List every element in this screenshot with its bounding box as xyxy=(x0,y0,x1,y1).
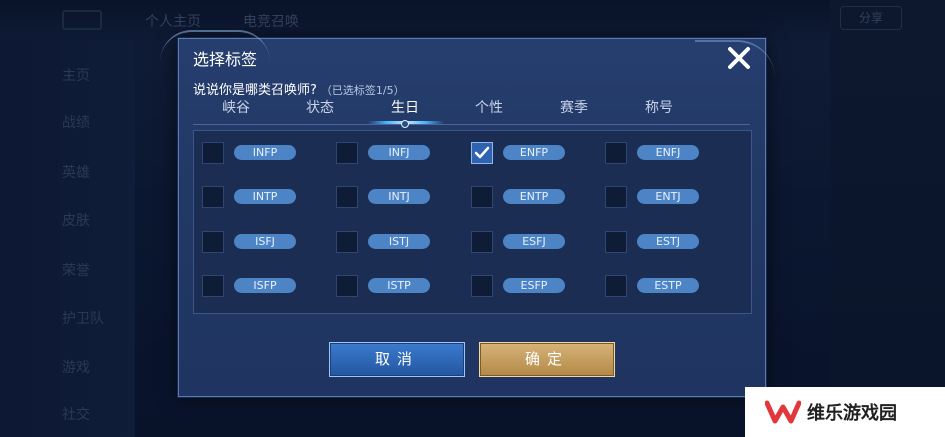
tabs-divider xyxy=(193,124,750,125)
active-tab-marker xyxy=(401,120,409,128)
tag-option[interactable]: INFP xyxy=(202,141,330,165)
tag-label: ENFP xyxy=(503,145,565,160)
tag-label: INTP xyxy=(234,189,296,204)
checkmark-icon xyxy=(474,146,490,159)
tag-label: ISFP xyxy=(234,278,296,293)
tag-checkbox[interactable] xyxy=(202,275,224,297)
tag-label: ENTJ xyxy=(637,189,699,204)
selected-count: （已选标签1/5） xyxy=(320,84,405,97)
tag-label: ENTP xyxy=(503,189,565,204)
tag-label: ENFJ xyxy=(637,145,699,160)
tag-option[interactable]: ENFJ xyxy=(605,141,733,165)
tag-option[interactable]: ISFJ xyxy=(202,230,330,254)
tab-canyon[interactable]: 峡谷 xyxy=(206,97,266,119)
tag-label: ISTJ xyxy=(368,234,430,249)
tag-option[interactable]: ESFP xyxy=(471,274,599,298)
tag-checkbox[interactable] xyxy=(605,186,627,208)
tag-option[interactable]: ESFJ xyxy=(471,230,599,254)
tag-checkbox[interactable] xyxy=(605,231,627,253)
prompt-line: 说说你是哪类召唤师? （已选标签1/5） xyxy=(193,79,405,98)
tag-label: INFP xyxy=(234,145,296,160)
tag-option[interactable]: ENFP xyxy=(471,141,599,165)
tag-checkbox[interactable] xyxy=(605,142,627,164)
tag-label: ISTP xyxy=(368,278,430,293)
tag-checkbox[interactable] xyxy=(471,231,493,253)
tag-option[interactable]: ENTJ xyxy=(605,185,733,209)
tag-grid: INFP INFJ ENFP ENFJ INTP INTJ ENTP ENTJ ISFJ ISTJ… xyxy=(193,130,752,314)
prompt-text: 说说你是哪类召唤师? xyxy=(193,83,317,98)
tag-checkbox[interactable] xyxy=(336,186,358,208)
tag-checkbox[interactable] xyxy=(336,231,358,253)
tag-option[interactable]: ISTJ xyxy=(336,230,464,254)
dialog-title: 选择标签 xyxy=(193,50,258,69)
tag-option[interactable]: ESTJ xyxy=(605,230,733,254)
watermark-text: 维乐游戏园 xyxy=(807,403,897,424)
tag-label: ESFJ xyxy=(503,234,565,249)
tag-option[interactable]: ISFP xyxy=(202,274,330,298)
tag-option[interactable]: INTP xyxy=(202,185,330,209)
tag-option[interactable]: ISTP xyxy=(336,274,464,298)
tag-label: ISFJ xyxy=(234,234,296,249)
confirm-button[interactable]: 确定 xyxy=(479,342,615,377)
w-logo-icon xyxy=(765,400,801,424)
tab-status[interactable]: 状态 xyxy=(290,97,350,119)
close-icon xyxy=(728,47,750,69)
tab-title[interactable]: 称号 xyxy=(629,97,689,119)
tag-checkbox[interactable] xyxy=(202,186,224,208)
tag-checkbox[interactable] xyxy=(336,142,358,164)
tag-checkbox[interactable] xyxy=(202,142,224,164)
tag-checkbox[interactable] xyxy=(202,231,224,253)
tag-option[interactable]: INTJ xyxy=(336,185,464,209)
tag-option[interactable]: ESTP xyxy=(605,274,733,298)
tag-option[interactable]: INFJ xyxy=(336,141,464,165)
tag-checkbox[interactable] xyxy=(471,142,493,164)
tab-birthday[interactable]: 生日 xyxy=(375,97,435,119)
category-tabs: 峡谷 状态 生日 个性 赛季 称号 xyxy=(193,97,750,125)
tag-label: ESTP xyxy=(637,278,699,293)
tab-personality[interactable]: 个性 xyxy=(459,97,519,119)
watermark: 维乐游戏园 xyxy=(745,387,945,437)
tab-season[interactable]: 赛季 xyxy=(544,97,604,119)
tag-checkbox[interactable] xyxy=(471,275,493,297)
close-button[interactable] xyxy=(723,42,755,74)
tag-label: INTJ xyxy=(368,189,430,204)
cancel-button[interactable]: 取消 xyxy=(329,342,465,377)
tag-checkbox[interactable] xyxy=(336,275,358,297)
tag-label: ESFP xyxy=(503,278,565,293)
tag-option[interactable]: ENTP xyxy=(471,185,599,209)
tag-checkbox[interactable] xyxy=(471,186,493,208)
tag-label: ESTJ xyxy=(637,234,699,249)
tag-label: INFJ xyxy=(368,145,430,160)
tag-checkbox[interactable] xyxy=(605,275,627,297)
